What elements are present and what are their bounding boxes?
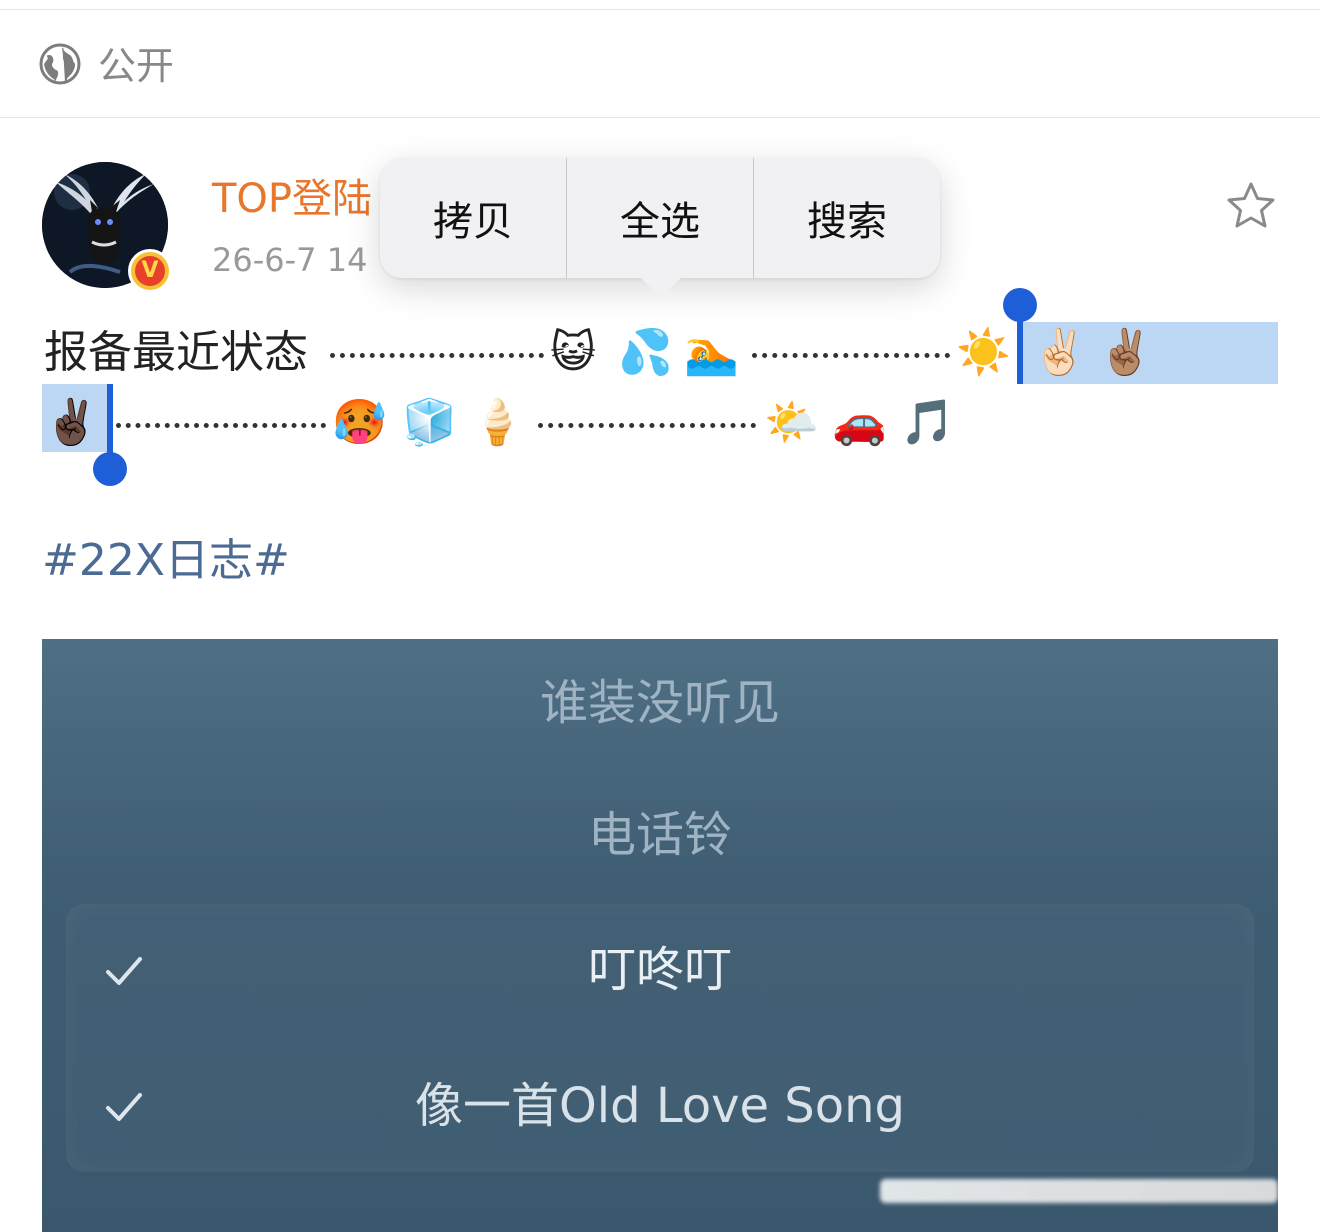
hot-face-emoji: 🥵	[332, 397, 387, 448]
sun-cloud-emoji: 🌤️	[764, 397, 819, 448]
song-item: 谁装没听见	[539, 675, 780, 731]
selection-end-handle[interactable]	[93, 452, 127, 486]
globe-icon	[39, 43, 81, 85]
song-title: 像一首Old Love Song	[414, 1078, 906, 1134]
select-all-menu-item[interactable]: 全选	[567, 158, 753, 278]
selected-songs-panel: 叮咚叮 像一首Old Love Song	[66, 904, 1254, 1172]
post-timestamp: 26-6-7 14	[212, 241, 368, 279]
text-context-menu: 拷贝 全选 搜索	[380, 158, 940, 278]
car-emoji: 🚗	[832, 397, 887, 448]
visibility-label: 公开	[98, 44, 175, 88]
verified-badge-icon: V	[128, 249, 172, 293]
victory-hand-emoji-light: ✌🏻	[1032, 327, 1087, 378]
song-title: 叮咚叮	[587, 942, 732, 998]
song-row-checked: 叮咚叮	[66, 930, 1254, 1010]
music-note-emoji: 🎵	[900, 397, 955, 448]
dotted-leader	[752, 350, 950, 358]
ice-cube-emoji: 🧊	[402, 397, 457, 448]
song-row-checked: 像一首Old Love Song	[66, 1066, 1254, 1146]
cat-emoji: 😺	[550, 327, 596, 378]
song-item: 电话铃	[587, 807, 732, 863]
swimmer-emoji: 🏊	[684, 327, 739, 378]
post-text-prefix: 报备最近状态	[44, 327, 308, 378]
context-menu-arrow	[639, 276, 683, 298]
copy-menu-item[interactable]: 拷贝	[380, 158, 566, 278]
victory-hand-emoji-dark: ✌🏿	[44, 397, 99, 448]
star-outline-icon[interactable]	[1224, 180, 1278, 232]
sweat-drops-emoji: 💦	[618, 327, 673, 378]
victory-hand-emoji-medium: ✌🏽	[1098, 327, 1153, 378]
watermark-smudge	[880, 1179, 1278, 1203]
hashtag-link[interactable]: #22X日志#	[42, 534, 290, 588]
visibility-selector[interactable]: 公开	[0, 10, 1320, 118]
dotted-leader	[330, 350, 544, 358]
selection-start-handle[interactable]	[1003, 288, 1037, 322]
sun-emoji: ☀️	[956, 327, 1011, 378]
attached-image[interactable]: 谁装没听见 电话铃 叮咚叮 像一首Old Love Song	[42, 639, 1278, 1232]
dotted-leader	[116, 420, 326, 428]
ice-cream-emoji: 🍦	[470, 397, 525, 448]
dotted-leader	[538, 420, 756, 428]
search-menu-item[interactable]: 搜索	[754, 158, 940, 278]
username[interactable]: TOP登陆	[212, 176, 372, 222]
